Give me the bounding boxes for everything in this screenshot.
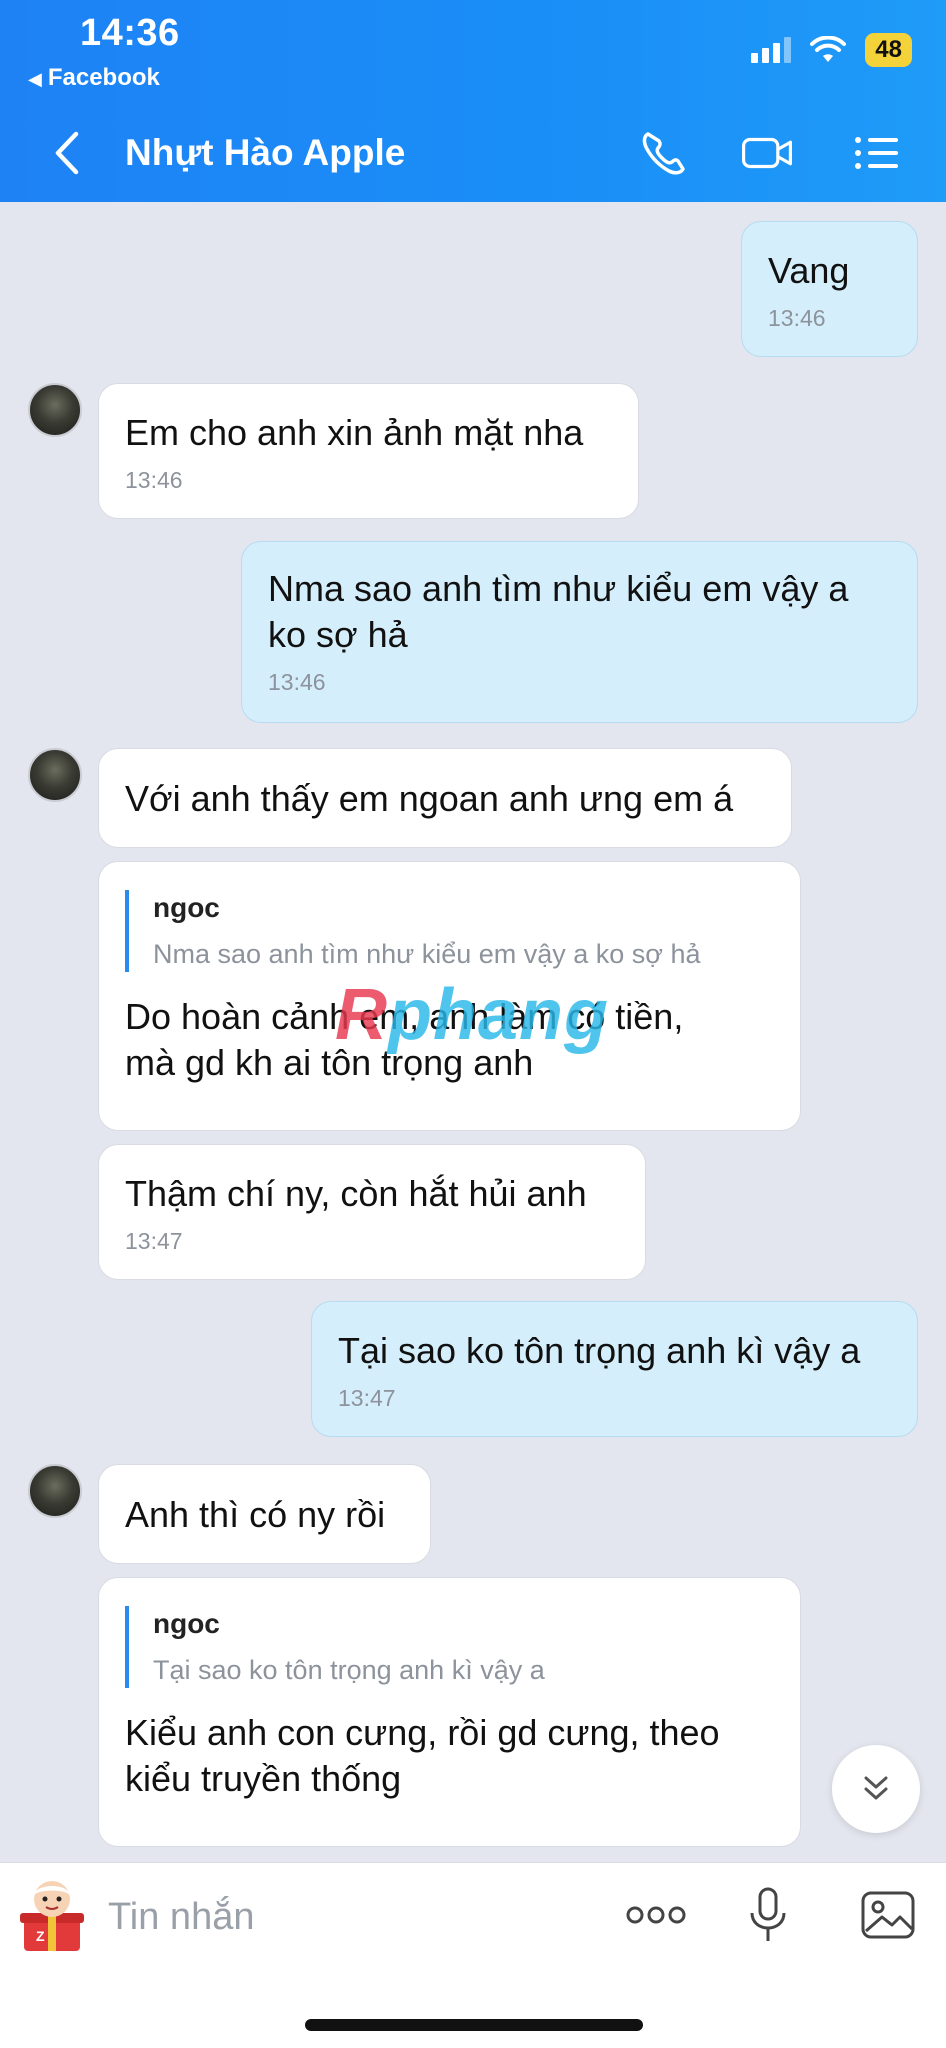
phone-call-icon[interactable] bbox=[638, 128, 692, 178]
svg-text:Z: Z bbox=[36, 1928, 45, 1944]
avatar[interactable] bbox=[28, 1464, 82, 1518]
message-bubble[interactable]: Thậm chí ny, còn hắt hủi anh 13:47 bbox=[98, 1144, 646, 1280]
image-gallery-icon[interactable] bbox=[858, 1885, 918, 1945]
back-app-label: Facebook bbox=[47, 64, 160, 91]
message-time: 13:47 bbox=[125, 1228, 183, 1254]
message-input[interactable] bbox=[108, 1889, 568, 1945]
scroll-to-bottom-button[interactable] bbox=[832, 1745, 920, 1833]
back-triangle-icon: ◀ bbox=[28, 69, 42, 89]
message-text: Nma sao anh tìm như kiểu em vậy a bbox=[268, 568, 849, 609]
message-bubble[interactable]: Em cho anh xin ảnh mặt nha 13:46 bbox=[98, 383, 639, 519]
message-time: 13:46 bbox=[768, 305, 826, 331]
message-text: kiểu truyền thống bbox=[125, 1758, 402, 1799]
message-bubble[interactable]: Với anh thấy em ngoan anh ưng em á bbox=[98, 748, 792, 848]
quote-sender: ngoc bbox=[153, 1608, 220, 1639]
chat-header: 14:36 ◀ Facebook 48 Nhựt Hào Apple bbox=[0, 0, 946, 202]
message-bubble[interactable]: Tại sao ko tôn trọng anh kì vậy a 13:47 bbox=[311, 1301, 918, 1437]
avatar[interactable] bbox=[28, 748, 82, 802]
watermark-logo: Rphang bbox=[335, 975, 609, 1055]
home-indicator[interactable] bbox=[305, 2019, 643, 2031]
message-text: Với anh thấy em ngoan anh ưng em á bbox=[125, 778, 734, 819]
message-composer: Z bbox=[0, 1862, 946, 2048]
message-bubble[interactable]: Vang 13:46 bbox=[741, 221, 918, 357]
message-text: Anh thì có ny rồi bbox=[125, 1494, 386, 1535]
message-text: Em cho anh xin ảnh mặt nha bbox=[125, 412, 584, 453]
menu-list-icon[interactable] bbox=[850, 128, 904, 178]
back-arrow-icon[interactable] bbox=[50, 128, 86, 178]
quoted-message[interactable]: ngoc Nma sao anh tìm như kiểu em vậy a k… bbox=[125, 890, 774, 972]
more-options-icon[interactable] bbox=[624, 1885, 688, 1945]
message-text: Vang bbox=[768, 250, 850, 291]
signal-icon bbox=[751, 37, 792, 63]
quote-sender: ngoc bbox=[153, 892, 220, 923]
message-text: Kiểu anh con cưng, rồi gd cưng, theo bbox=[125, 1712, 720, 1753]
message-text: Thậm chí ny, còn hắt hủi anh bbox=[125, 1173, 587, 1214]
quoted-message[interactable]: ngoc Tại sao ko tôn trọng anh kì vậy a bbox=[125, 1606, 774, 1688]
quote-text: Tại sao ko tôn trọng anh kì vậy a bbox=[153, 1655, 545, 1685]
message-text: Tại sao ko tôn trọng anh kì vậy a bbox=[338, 1330, 861, 1371]
reply-message-bubble[interactable]: ngoc Tại sao ko tôn trọng anh kì vậy a K… bbox=[98, 1577, 801, 1847]
message-bubble[interactable]: Anh thì có ny rồi bbox=[98, 1464, 431, 1564]
back-to-app-link[interactable]: ◀ Facebook bbox=[28, 64, 160, 92]
avatar[interactable] bbox=[28, 383, 82, 437]
status-time: 14:36 bbox=[80, 12, 180, 54]
message-bubble[interactable]: Nma sao anh tìm như kiểu em vậy a ko sợ … bbox=[241, 541, 918, 723]
video-call-icon[interactable] bbox=[740, 128, 794, 178]
message-time: 13:47 bbox=[338, 1385, 396, 1411]
status-indicators: 48 bbox=[751, 30, 912, 70]
wifi-icon bbox=[810, 36, 847, 62]
battery-indicator: 48 bbox=[865, 33, 912, 67]
sticker-icon[interactable]: Z bbox=[14, 1873, 92, 1957]
double-chevron-down-icon bbox=[864, 1776, 888, 1800]
contact-name[interactable]: Nhựt Hào Apple bbox=[125, 132, 405, 174]
message-time: 13:46 bbox=[268, 669, 326, 695]
message-time: 13:46 bbox=[125, 467, 183, 493]
message-text: ko sợ hả bbox=[268, 614, 408, 655]
quote-text: Nma sao anh tìm như kiểu em vậy a ko sợ … bbox=[153, 939, 701, 969]
microphone-icon[interactable] bbox=[746, 1885, 790, 1945]
